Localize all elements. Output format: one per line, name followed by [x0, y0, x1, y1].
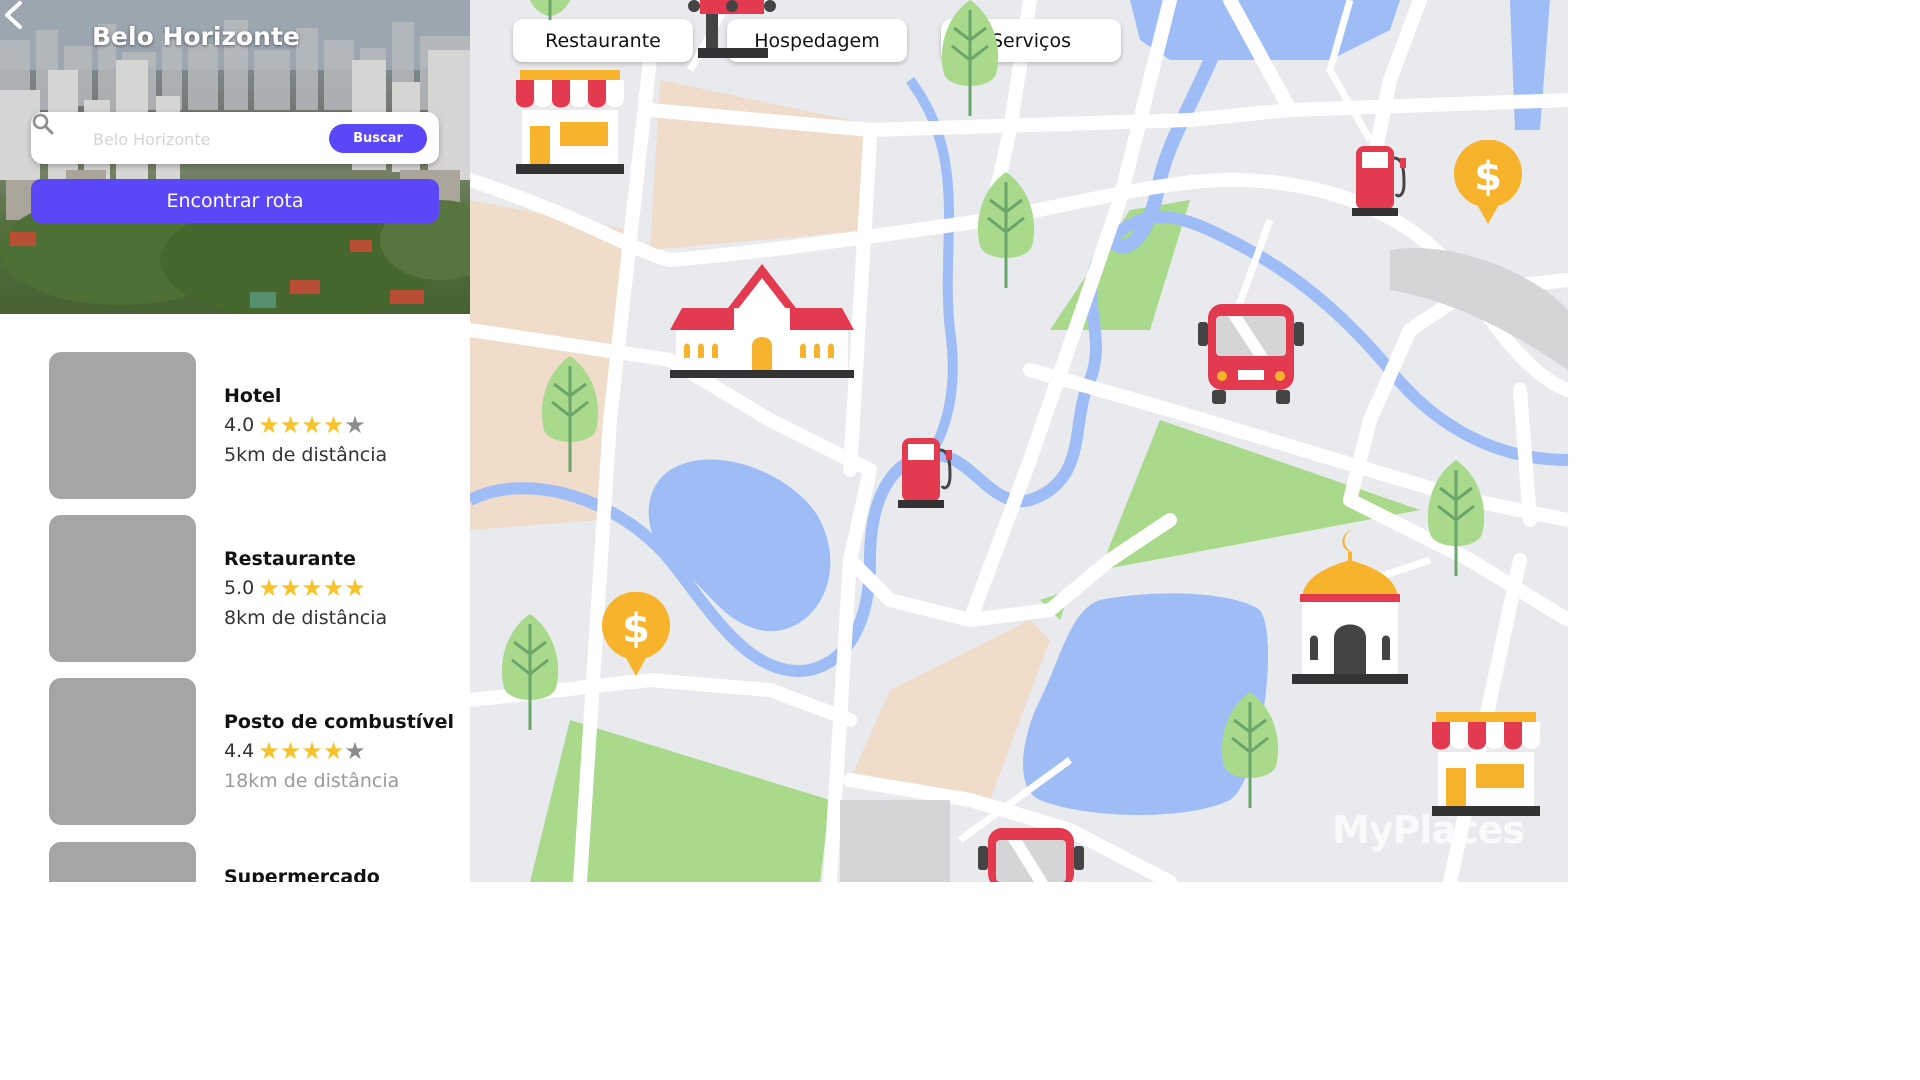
svg-text:$: $ [622, 606, 650, 652]
search-input[interactable] [91, 122, 335, 156]
mosque-icon[interactable] [1290, 530, 1410, 686]
star-icon: ★ [279, 411, 302, 439]
rating-value: 4.0 [224, 414, 255, 436]
star-icon: ★ [322, 574, 345, 602]
list-item[interactable]: Restaurante 5.0 ★★★★★ 8km de distância [49, 515, 449, 662]
filter-chip-restaurante[interactable]: Restaurante [513, 19, 693, 62]
place-thumbnail [49, 842, 196, 882]
tree-icon [977, 172, 1035, 288]
rating-value: 4.4 [224, 740, 255, 762]
star-icon: ★ [344, 574, 366, 602]
bus-icon[interactable] [978, 826, 1084, 882]
page-title: Belo Horizonte [92, 22, 300, 51]
tree-icon [1221, 692, 1279, 808]
svg-text:$: $ [1474, 154, 1502, 200]
star-icon: ★ [301, 411, 323, 439]
star-icon: ★ [258, 574, 280, 602]
restaurant-store-icon[interactable] [1432, 708, 1540, 818]
star-rating: ★★★★★ [258, 575, 366, 601]
find-route-button[interactable]: Encontrar rota [31, 179, 439, 223]
rating-value: 5.0 [224, 577, 255, 599]
place-thumbnail [49, 352, 196, 499]
tree-icon [941, 0, 999, 116]
star-icon: ★ [301, 737, 323, 765]
place-rating: 4.0 ★★★★★ [224, 412, 366, 438]
place-rating: 4.4 ★★★★★ [224, 738, 366, 764]
place-name: Restaurante [224, 548, 356, 570]
watermark: MyPlaces [1332, 808, 1525, 852]
money-marker-icon[interactable]: $ [600, 592, 672, 676]
place-thumbnail [49, 515, 196, 662]
sidebar-panel: Belo Horizonte Buscar Encontrar rota Hot… [0, 0, 470, 882]
star-empty-icon: ★ [344, 411, 366, 439]
star-rating: ★★★★★ [258, 738, 366, 764]
tree-icon [530, 0, 570, 20]
star-icon: ★ [301, 574, 323, 602]
map-view[interactable]: Restaurante Hospedagem Serviços $ $ MyPl… [470, 0, 1568, 882]
star-icon: ★ [279, 737, 302, 765]
list-item[interactable]: Hotel 4.0 ★★★★★ 5km de distância [49, 352, 449, 499]
star-icon: ★ [258, 411, 280, 439]
list-item[interactable]: Supermercado [49, 842, 449, 882]
star-icon: ★ [258, 737, 280, 765]
tree-icon [1427, 460, 1485, 576]
city-hero-image: Belo Horizonte Buscar Encontrar rota [0, 0, 470, 314]
gas-station-icon[interactable] [898, 436, 956, 510]
restaurant-store-icon[interactable] [516, 66, 624, 176]
place-thumbnail [49, 678, 196, 825]
place-distance: 8km de distância [224, 607, 388, 629]
bus-icon[interactable] [1198, 302, 1304, 406]
tree-icon [501, 614, 559, 730]
chevron-left-icon[interactable] [0, 0, 28, 30]
school-building-icon[interactable] [670, 264, 854, 380]
search-icon [32, 113, 54, 135]
tree-icon [541, 356, 599, 472]
place-name: Supermercado [224, 866, 380, 882]
star-icon: ★ [322, 411, 345, 439]
place-name: Hotel [224, 385, 282, 407]
place-name: Posto de combustível [224, 711, 455, 733]
place-distance: 18km de distância [224, 770, 400, 792]
star-rating: ★★★★★ [258, 412, 366, 438]
list-item[interactable]: Posto de combustível 4.4 ★★★★★ 18km de d… [49, 678, 454, 825]
gas-station-icon[interactable] [1350, 144, 1408, 218]
bus-icon[interactable] [684, 0, 780, 58]
search-bar: Buscar [31, 112, 439, 164]
place-rating: 5.0 ★★★★★ [224, 575, 366, 601]
star-icon: ★ [279, 574, 302, 602]
map-canvas [470, 0, 1568, 882]
search-button[interactable]: Buscar [329, 124, 427, 153]
star-icon: ★ [322, 737, 345, 765]
star-empty-icon: ★ [344, 737, 366, 765]
money-marker-icon[interactable]: $ [1452, 140, 1524, 224]
place-distance: 5km de distância [224, 444, 388, 466]
